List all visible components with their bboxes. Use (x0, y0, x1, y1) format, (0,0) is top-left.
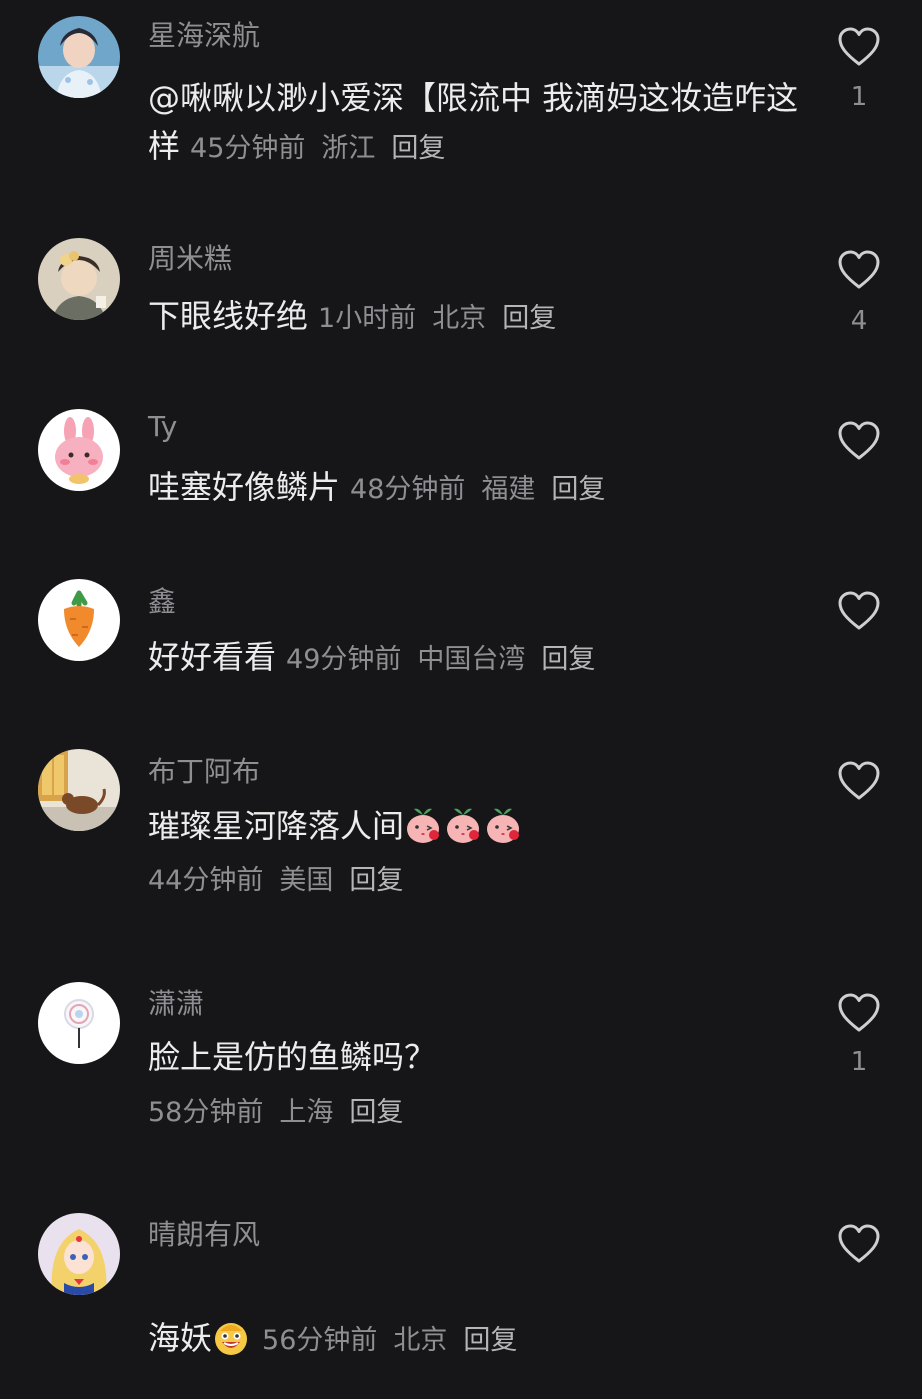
avatar-photo-icon (38, 238, 120, 320)
location: 中国台湾 (417, 644, 526, 675)
comment-content: 海妖 (148, 1319, 213, 1357)
heart-icon (838, 761, 880, 800)
comment-meta: 1小时前 北京 回复 (318, 303, 556, 334)
like-count: 1 (850, 82, 868, 112)
comment-content: 脸上是仿的鱼鳞吗？ (148, 1038, 437, 1076)
comment-meta: 56分钟前 北京 回复 (262, 1325, 517, 1356)
comment-text: 脸上是仿的鱼鳞吗？ (148, 1033, 808, 1081)
anime-girl-icon (38, 1213, 120, 1295)
reply-button[interactable]: 回复 (391, 133, 445, 164)
reply-button[interactable]: 回复 (551, 474, 605, 505)
comment-content: 好好看看 (148, 638, 277, 676)
heart-icon (838, 591, 880, 630)
reply-button[interactable]: 回复 (349, 865, 403, 896)
heart-icon (838, 421, 880, 460)
comment-meta: 45分钟前 浙江 回复 (190, 133, 445, 164)
username[interactable]: 布丁阿布 (148, 750, 260, 790)
comment-text: 哇塞好像鳞片 48分钟前 福建 回复 (148, 463, 808, 514)
location: 北京 (432, 303, 487, 334)
like-count: 4 (850, 306, 868, 336)
like-button[interactable] (836, 249, 882, 291)
timestamp: 56分钟前 (262, 1325, 378, 1356)
timestamp: 1小时前 (318, 303, 417, 334)
comment-content: 璀璨星河降落人间 (148, 807, 405, 845)
heart-icon (838, 250, 880, 289)
grinning-emoji (212, 1317, 250, 1357)
location: 浙江 (321, 133, 376, 164)
heart-icon (838, 993, 880, 1032)
reply-button[interactable]: 回复 (463, 1325, 517, 1356)
avatar[interactable] (38, 238, 120, 320)
avatar[interactable] (38, 982, 120, 1064)
username[interactable]: Ty (148, 410, 177, 443)
like-count: 1 (850, 1047, 868, 1077)
comment-text: 璀璨星河降落人间 (148, 802, 808, 850)
location: 美国 (279, 865, 334, 896)
comment-content: 哇塞好像鳞片 (148, 468, 341, 506)
timestamp: 48分钟前 (350, 474, 466, 505)
username[interactable]: 星海深航 (148, 14, 260, 54)
like-button[interactable] (836, 26, 882, 68)
reply-button[interactable]: 回复 (502, 303, 556, 334)
reply-button[interactable]: 回复 (349, 1097, 403, 1128)
location: 福建 (481, 474, 536, 505)
like-button[interactable] (836, 1223, 882, 1265)
like-button[interactable] (836, 992, 882, 1034)
comment-text: 海妖 56分钟前 北京 回复 (148, 1314, 808, 1365)
peach-kiss-emoji (484, 805, 522, 845)
timestamp: 49分钟前 (286, 644, 402, 675)
comment-text: 下眼线好绝 1小时前 北京 回复 (148, 292, 808, 343)
peach-kiss-emoji (444, 805, 482, 845)
comment-meta: 44分钟前 美国 回复 (148, 861, 403, 901)
comment-meta: 58分钟前 上海 回复 (148, 1093, 403, 1133)
comment-content: 下眼线好绝 (148, 297, 309, 335)
avatar[interactable] (38, 409, 120, 491)
like-button[interactable] (836, 760, 882, 802)
reply-button[interactable]: 回复 (541, 644, 595, 675)
location: 上海 (279, 1097, 334, 1128)
avatar[interactable] (38, 1213, 120, 1295)
avatar[interactable] (38, 579, 120, 661)
timestamp: 58分钟前 (148, 1097, 264, 1128)
username[interactable]: 潇潇 (148, 982, 204, 1022)
comment-meta: 48分钟前 福建 回复 (350, 474, 605, 505)
timestamp: 45分钟前 (190, 133, 306, 164)
cat-photo-icon (38, 749, 120, 831)
comment-meta: 49分钟前 中国台湾 回复 (286, 644, 595, 675)
comment-text: @啾啾以渺小爱深【限流中 我滴妈这妆造咋这样 45分钟前 浙江 回复 (148, 74, 808, 173)
avatar[interactable] (38, 749, 120, 831)
comment-text: 好好看看 49分钟前 中国台湾 回复 (148, 633, 808, 684)
timestamp: 44分钟前 (148, 865, 264, 896)
like-button[interactable] (836, 420, 882, 462)
like-button[interactable] (836, 590, 882, 632)
heart-icon (838, 1224, 880, 1263)
avatar[interactable] (38, 16, 120, 98)
peach-kiss-emoji (404, 805, 442, 845)
username[interactable]: 鑫 (148, 580, 176, 620)
lollipop-icon (38, 982, 120, 1064)
pink-bunny-icon (38, 409, 120, 491)
username[interactable]: 晴朗有风 (148, 1213, 260, 1253)
heart-icon (838, 27, 880, 66)
carrot-icon (38, 579, 120, 661)
location: 北京 (393, 1325, 448, 1356)
avatar-photo-icon (38, 16, 120, 98)
username[interactable]: 周米糕 (148, 237, 232, 277)
